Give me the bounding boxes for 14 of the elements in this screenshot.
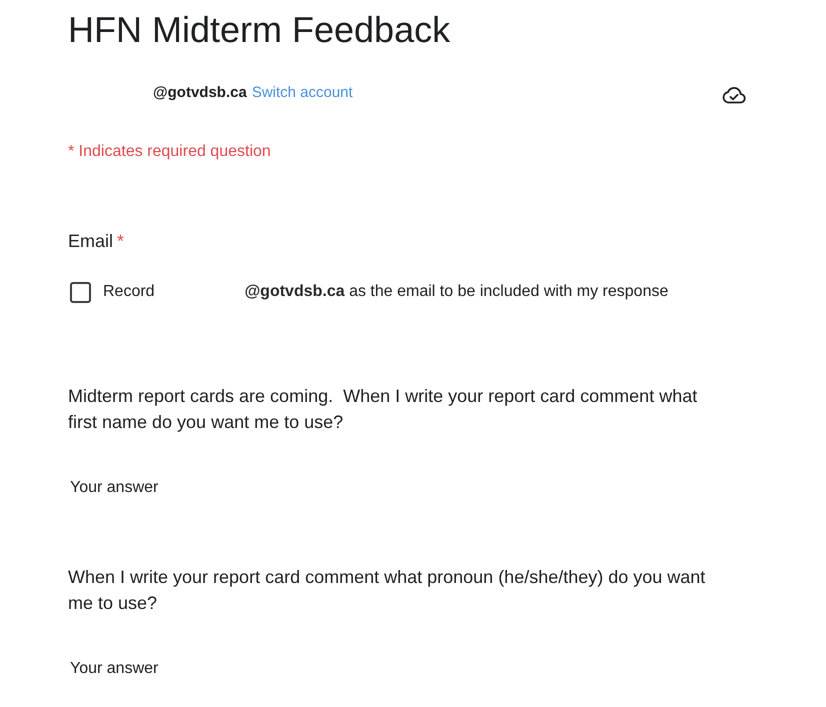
checkbox[interactable] <box>70 282 91 302</box>
required-mark: * <box>117 230 124 253</box>
checkbox-label: Record <box>103 283 155 301</box>
answer-field[interactable]: Your answer <box>68 476 370 500</box>
switch-account-link[interactable]: Switch account <box>252 84 353 100</box>
question-title: When I write your report card comment what pronoun (he/she/they) do you want me to use? <box>68 566 706 615</box>
answer-field[interactable]: Your answer <box>68 657 370 681</box>
cloud-check-icon <box>722 84 746 104</box>
question-title: Email <box>68 230 114 253</box>
form-title: HFN Midterm Feedback <box>68 9 450 50</box>
account-email: @gotvdsb.ca <box>153 84 247 100</box>
checkbox-label: @gotvdsb.ca as the email to be included with my response <box>244 283 668 301</box>
question-title: Midterm report cards are coming. When I write your report card comment what first name do you want me to use? <box>68 385 698 434</box>
required-note: * Indicates required question <box>68 142 271 162</box>
